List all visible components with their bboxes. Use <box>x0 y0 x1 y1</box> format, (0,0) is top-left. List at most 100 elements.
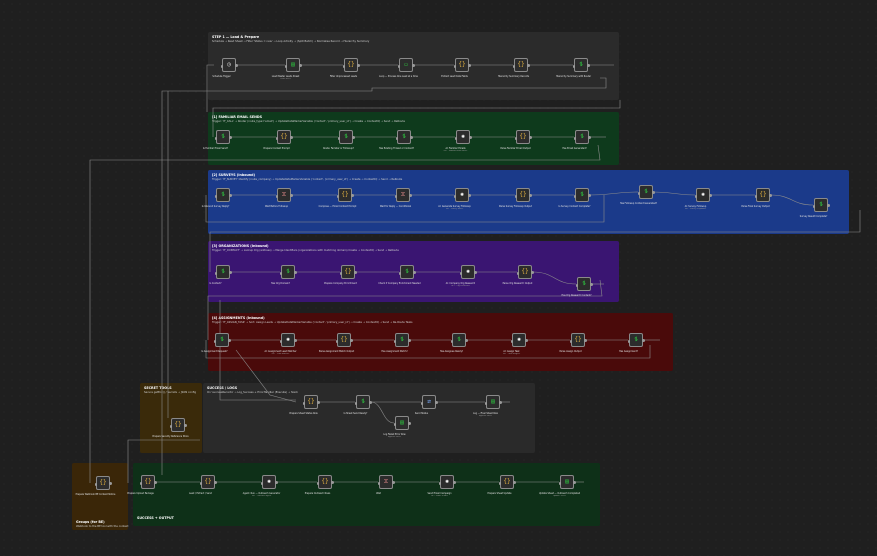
output-port[interactable] <box>473 271 477 274</box>
output-port[interactable] <box>708 194 712 197</box>
output-port[interactable] <box>412 271 416 274</box>
input-port[interactable] <box>573 64 575 68</box>
node-code-g1-2[interactable]: {} Filter Unprocessed Leads <box>330 58 360 78</box>
output-port[interactable] <box>467 64 471 67</box>
node-code-g5-6[interactable]: {} Parse Assign Output <box>559 333 587 353</box>
input-port[interactable] <box>355 401 357 405</box>
node-switch-g2-0[interactable]: ⥮ Is Familiar Email Send? <box>203 130 232 150</box>
node-openai-g9-2[interactable]: ✺ Agent: Run — Outreach Generator GPT · Ou… <box>243 475 280 497</box>
output-port[interactable] <box>641 339 645 342</box>
node-code-g9-0[interactable]: {} Prepare Upload Package <box>127 475 157 495</box>
output-port[interactable] <box>289 136 293 139</box>
output-port[interactable] <box>589 283 593 286</box>
node-code-g4-2[interactable]: {} Prepare Company Enrichment <box>324 265 357 285</box>
output-port[interactable] <box>153 481 157 484</box>
node-openai-g9-5[interactable]: ✺ Send Email Campaign GPT · Email sender <box>427 475 456 497</box>
input-port[interactable] <box>336 339 338 343</box>
node-switch-g1-6[interactable]: ⥮ Hierarchy Summary with Router <box>556 58 591 78</box>
output-port[interactable] <box>183 424 187 427</box>
input-port[interactable] <box>200 481 202 485</box>
node-code-g1-5[interactable]: {} Hierarchy Summary Records <box>498 58 530 78</box>
output-port[interactable] <box>524 339 528 342</box>
node-clock-g1-0[interactable]: ◷ Schedule Trigger <box>212 58 238 78</box>
output-port[interactable] <box>368 401 372 404</box>
output-port[interactable] <box>391 481 395 484</box>
connection[interactable] <box>206 64 214 112</box>
input-port[interactable] <box>340 271 342 275</box>
input-port[interactable] <box>140 481 142 485</box>
output-port[interactable] <box>583 339 587 342</box>
input-port[interactable] <box>396 136 398 140</box>
input-port[interactable] <box>515 194 517 198</box>
node-switch-g4-0[interactable]: ⥮ Is Contact? <box>209 265 232 285</box>
output-port[interactable] <box>316 401 320 404</box>
node-http-g7-2[interactable]: ⇄ Send Status <box>415 395 438 415</box>
input-port[interactable] <box>398 64 400 68</box>
node-switch-g5-0[interactable]: ⥮ Is Assignment Request? <box>201 333 231 353</box>
output-port[interactable] <box>434 401 438 404</box>
connection[interactable] <box>209 210 861 272</box>
node-wait-g9-4[interactable]: ⧖ Wait <box>376 475 395 495</box>
output-port[interactable] <box>293 339 297 342</box>
node-switch-g2-3[interactable]: ⥮ Has Existing Thread or Contact? <box>379 130 414 150</box>
node-switch-g4-6[interactable]: ⥮ Has Org Research Content? <box>561 277 593 297</box>
output-port[interactable] <box>409 136 413 139</box>
output-port[interactable] <box>228 194 232 197</box>
output-port[interactable] <box>586 64 590 67</box>
node-code-g7-0[interactable]: {} Prepare Sheet Status Row <box>289 395 320 415</box>
input-port[interactable] <box>343 64 345 68</box>
connection[interactable] <box>212 100 621 137</box>
node-code-g5-2[interactable]: {} Parse Assignment Match Output <box>319 333 354 353</box>
node-code-g2-1[interactable]: {} Prepare Context Prompt <box>263 130 293 150</box>
input-port[interactable] <box>261 481 263 485</box>
node-switch-g5-3[interactable]: ⥮ Has Assignment Match? <box>381 333 411 353</box>
node-switch-g5-7[interactable]: ⥮ Has Assignment? <box>619 333 645 353</box>
node-switch-g4-3[interactable]: ⥮ Check if Company Enrichment Needed <box>378 265 421 285</box>
output-port[interactable] <box>467 194 471 197</box>
connection[interactable] <box>207 279 603 340</box>
input-port[interactable] <box>395 194 397 198</box>
input-port[interactable] <box>576 283 578 287</box>
node-switch-g7-1[interactable]: ⥮ Is Sheet Send Ready? <box>344 395 372 415</box>
output-port[interactable] <box>213 481 217 484</box>
node-switch-g3-6[interactable]: ⥮ Is Survey Content Complete? <box>559 188 591 208</box>
input-port[interactable] <box>338 136 340 140</box>
output-port[interactable] <box>512 481 516 484</box>
node-switch-g5-4[interactable]: ⥮ Has Assignee Ready? <box>440 333 468 353</box>
output-port[interactable] <box>411 64 415 67</box>
node-code-g2-5[interactable]: {} Parse Familiar Email Output <box>500 130 532 150</box>
input-port[interactable] <box>215 194 217 198</box>
output-port[interactable] <box>227 339 231 342</box>
input-port[interactable] <box>280 339 282 343</box>
output-port[interactable] <box>452 481 456 484</box>
node-code-g9-3[interactable]: {} Prepare Outreach Rows <box>305 475 334 495</box>
output-port[interactable] <box>464 339 468 342</box>
output-port[interactable] <box>407 422 411 425</box>
input-port[interactable] <box>276 194 278 198</box>
node-switch-g2-6[interactable]: ⥮ Has Email Generated? <box>562 130 591 150</box>
input-port[interactable] <box>337 194 339 198</box>
input-port[interactable] <box>574 136 576 140</box>
input-port[interactable] <box>570 339 572 343</box>
node-code-g4-5[interactable]: {} Parse Org Research Output <box>503 265 534 285</box>
input-port[interactable] <box>559 481 561 485</box>
output-port[interactable] <box>274 481 278 484</box>
input-port[interactable] <box>399 271 401 275</box>
output-port[interactable] <box>289 194 293 197</box>
node-sheet-g9-7[interactable]: ▤ Update Sheet — Outreach Completed update… <box>539 475 580 497</box>
input-port[interactable] <box>451 339 453 343</box>
output-port[interactable] <box>330 481 334 484</box>
input-port[interactable] <box>285 64 287 68</box>
output-port[interactable] <box>298 64 302 67</box>
output-port[interactable] <box>353 271 357 274</box>
node-openai-g5-1[interactable]: ✺ AI: Assignment Lead Matcher GPT · Lead m… <box>264 333 297 355</box>
node-sheet-g7-3[interactable]: ▤ Log — Final Sheet Row append: sheet <box>473 395 502 417</box>
input-port[interactable] <box>499 481 501 485</box>
node-openai-g3-8[interactable]: ✺ AI: Survey Followup GPT · Survey respond… <box>685 188 712 210</box>
input-port[interactable] <box>317 481 319 485</box>
node-openai-g5-5[interactable]: ✺ AI: Assign Task GPT · Task assigner <box>503 333 528 355</box>
input-port[interactable] <box>221 64 223 68</box>
input-port[interactable] <box>214 339 216 343</box>
input-port[interactable] <box>454 194 456 198</box>
output-port[interactable] <box>572 481 576 484</box>
